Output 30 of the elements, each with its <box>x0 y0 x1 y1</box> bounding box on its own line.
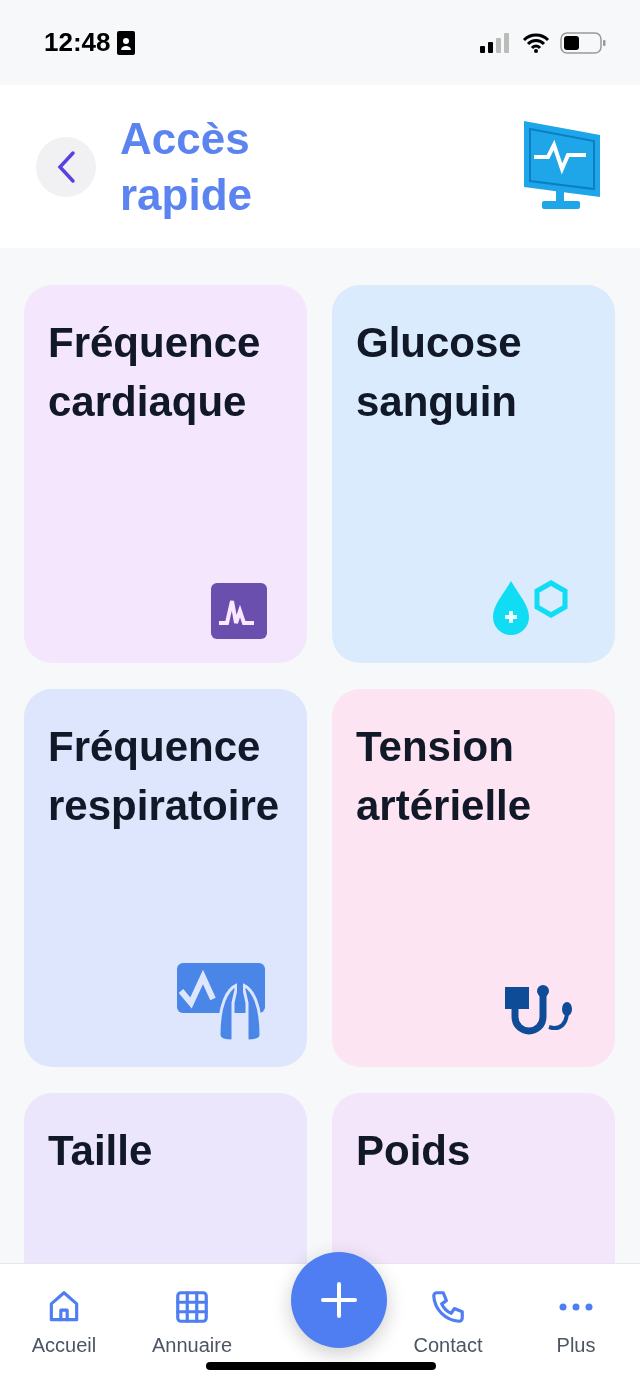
page-title: Accès rapide <box>120 112 254 221</box>
plus-icon <box>319 1280 359 1320</box>
quick-access-card[interactable]: Fréquence cardiaque <box>24 285 307 663</box>
tab-item[interactable]: Accueil <box>0 1264 128 1386</box>
quick-access-card[interactable]: Fréquence respiratoire <box>24 689 307 1067</box>
tab-item[interactable]: Plus <box>512 1264 640 1386</box>
pulse-icon <box>211 583 267 639</box>
wifi-icon <box>522 32 550 53</box>
phone-icon <box>429 1288 467 1326</box>
tab-item[interactable]: Annuaire <box>128 1264 256 1386</box>
id-card-icon <box>116 30 135 55</box>
quick-access-card[interactable]: Taille <box>24 1093 307 1263</box>
card-title: Fréquence cardiaque <box>48 318 262 427</box>
card-title: Fréquence respiratoire <box>48 722 281 831</box>
lungs-icon <box>177 963 267 1043</box>
battery-icon <box>560 31 606 54</box>
signal-icon <box>480 32 512 53</box>
quick-access-card[interactable]: Tension artérielle <box>332 689 615 1067</box>
card-title: Taille <box>48 1126 154 1176</box>
quick-access-card[interactable]: Poids <box>332 1093 615 1263</box>
tab-item[interactable]: Contact <box>384 1264 512 1386</box>
status-time: 12:48 <box>44 27 111 58</box>
card-title: Tension artérielle <box>356 722 533 831</box>
add-button[interactable] <box>291 1252 387 1348</box>
card-title: Glucose sanguin <box>356 318 523 427</box>
quick-access-card[interactable]: Glucose sanguin <box>332 285 615 663</box>
grid-icon <box>173 1288 211 1326</box>
card-title: Poids <box>356 1126 472 1176</box>
chevron-left-icon <box>56 149 76 184</box>
more-icon <box>559 1303 593 1311</box>
